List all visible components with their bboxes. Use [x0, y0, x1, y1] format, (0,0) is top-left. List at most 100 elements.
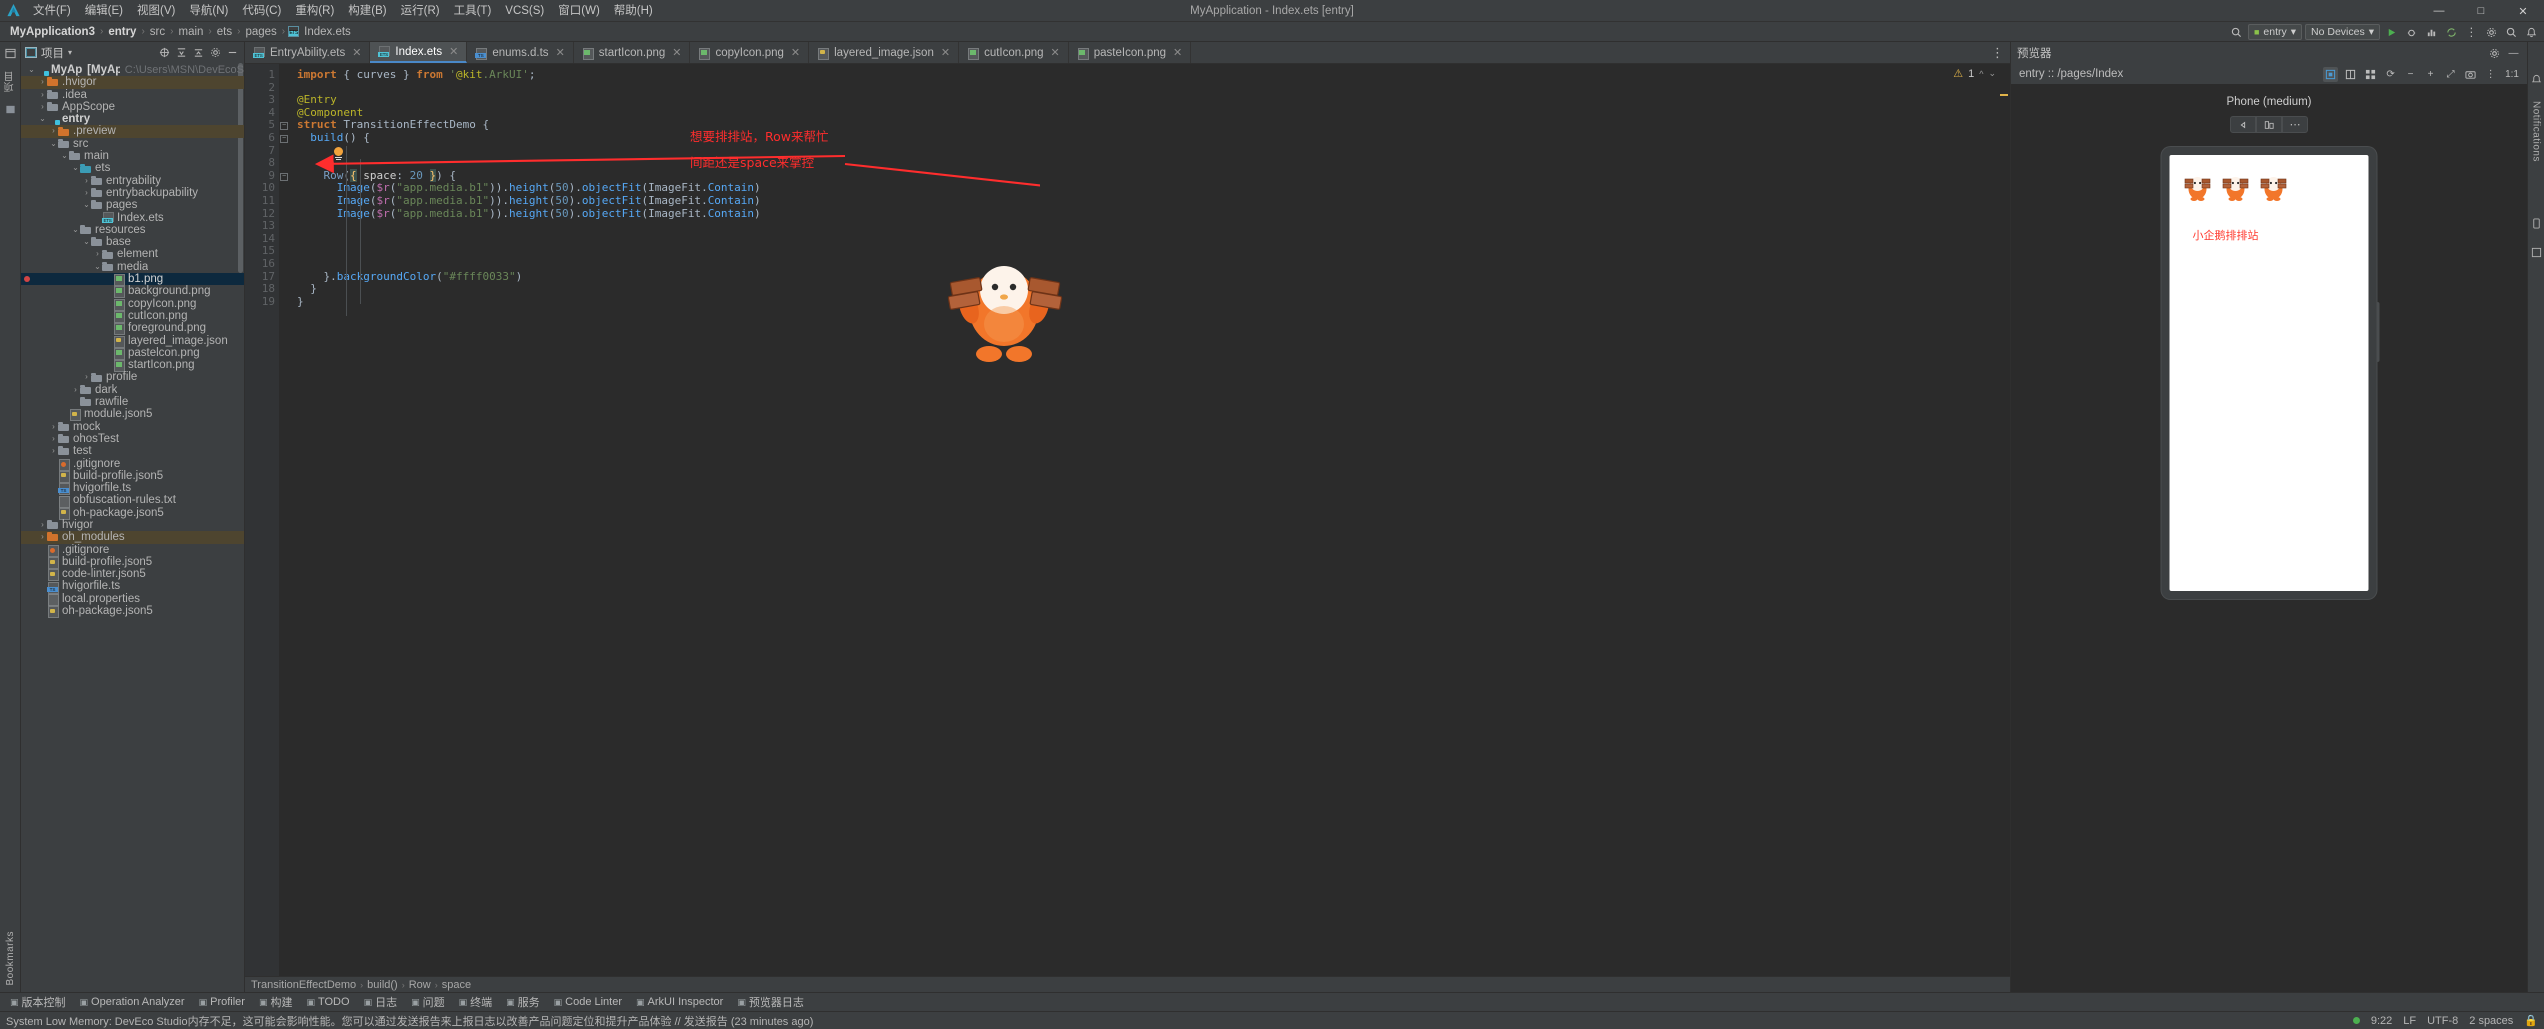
close-icon[interactable]: ✕	[556, 46, 565, 59]
more-icon[interactable]: ⋮	[2483, 67, 2498, 82]
previewer-settings-icon[interactable]	[2487, 46, 2502, 61]
close-icon[interactable]: ✕	[941, 46, 950, 59]
tree-item-entrybackupability[interactable]: › entrybackupability	[21, 187, 244, 199]
chevron-down-icon[interactable]: ⌄	[71, 224, 80, 236]
code-text[interactable]: import { curves } from '@kit.ArkUI'; @En…	[291, 64, 2010, 976]
chevron-right-icon[interactable]: ›	[38, 89, 47, 101]
project-tree[interactable]: ⌄ MyApplication3 [MyApplication] C:\Users\M…	[21, 63, 244, 992]
device-more-icon[interactable]: ⋯	[2282, 116, 2308, 133]
menu-refactor[interactable]: 重构(R)	[288, 0, 341, 22]
device-selector[interactable]: No Devices ▾	[2305, 24, 2380, 40]
tree-item-index-ets[interactable]: Index.ets	[21, 212, 244, 224]
menu-view[interactable]: 视图(V)	[130, 0, 182, 22]
chevron-down-icon[interactable]: ⌄	[82, 236, 91, 248]
tree-item-copyicon-png[interactable]: copyIcon.png	[21, 298, 244, 311]
zoom-out-icon[interactable]: −	[2403, 67, 2418, 82]
tree-item-resources[interactable]: ⌄ resources	[21, 224, 244, 236]
tree-item-local-properties[interactable]: local.properties	[21, 593, 244, 606]
tool-window-operation-analyzer[interactable]: ▣ Operation Analyzer	[74, 994, 191, 1011]
chevron-down-icon[interactable]: ⌄	[1988, 68, 1996, 79]
editor-tab-starticon-png[interactable]: startIcon.png ✕	[574, 42, 691, 63]
tree-item-entry[interactable]: ⌄ entry	[21, 113, 244, 126]
tree-item-appscope[interactable]: › AppScope	[21, 101, 244, 113]
sync-icon[interactable]	[2443, 24, 2460, 41]
crumb-build[interactable]: build()	[367, 979, 398, 991]
project-tool-icon[interactable]	[3, 46, 18, 61]
code-inspection-widget[interactable]: ⚠ 1 ^ ⌄	[1953, 67, 1996, 81]
tree-item-build-profile-json5[interactable]: build-profile.json5	[21, 470, 244, 483]
debug-icon[interactable]	[2403, 24, 2420, 41]
tool-window--[interactable]: ▣ 日志	[358, 994, 404, 1011]
chevron-right-icon[interactable]: ›	[38, 76, 47, 88]
menu-window[interactable]: 窗口(W)	[551, 0, 607, 22]
tree-item-media[interactable]: ⌄ media	[21, 261, 244, 273]
close-icon[interactable]: ✕	[672, 46, 681, 59]
tree-item-module-json5[interactable]: module.json5	[21, 408, 244, 422]
chevron-down-icon[interactable]: ⌄	[93, 261, 102, 273]
tree-item-main[interactable]: ⌄ main	[21, 150, 244, 162]
tree-item-oh-package-json5[interactable]: oh-package.json5	[21, 605, 244, 619]
tree-item-hvigorfile-ts[interactable]: hvigorfile.ts	[21, 482, 244, 496]
tool-window-profiler[interactable]: ▣ Profiler	[193, 994, 251, 1011]
tree-item-ohostest[interactable]: › ohosTest	[21, 433, 244, 445]
tree-item-dark[interactable]: › dark	[21, 384, 244, 396]
crumb-space[interactable]: space	[442, 979, 471, 991]
tree-item-hvigorfile-ts[interactable]: hvigorfile.ts	[21, 580, 244, 594]
code-fold-icon[interactable]: −	[280, 134, 288, 143]
tree-item-background-png[interactable]: background.png	[21, 285, 244, 299]
chevron-down-icon[interactable]: ▾	[68, 48, 72, 57]
tree-item--hvigor[interactable]: › .hvigor	[21, 76, 244, 89]
chevron-right-icon[interactable]: ›	[49, 445, 58, 457]
notifications-icon[interactable]	[2523, 24, 2540, 41]
chevron-right-icon[interactable]: ›	[38, 531, 47, 543]
hide-panel-icon[interactable]	[225, 45, 240, 60]
minimize-button[interactable]: —	[2418, 0, 2460, 22]
code-fold-icon[interactable]: −	[280, 122, 288, 131]
search-everywhere-icon[interactable]	[2228, 24, 2245, 41]
editor-scroll-rail[interactable]	[1998, 86, 2010, 976]
menu-help[interactable]: 帮助(H)	[607, 0, 660, 22]
chevron-down-icon[interactable]: ⌄	[60, 150, 69, 162]
run-config-selector[interactable]: ■ entry ▾	[2247, 24, 2303, 40]
line-separator[interactable]: LF	[2403, 1015, 2416, 1027]
breakpoint-marker[interactable]	[24, 276, 30, 283]
file-encoding[interactable]: UTF-8	[2427, 1015, 2458, 1027]
rotate-icon[interactable]: ⟳	[2383, 67, 2398, 82]
settings-gear-icon[interactable]	[2483, 24, 2500, 41]
close-icon[interactable]: ✕	[352, 46, 361, 59]
tree-item-test[interactable]: › test	[21, 445, 244, 457]
breadcrumb-src[interactable]: src	[148, 26, 167, 38]
breadcrumb-file[interactable]: Index.ets	[302, 26, 353, 38]
tree-item--gitignore[interactable]: .gitignore	[21, 458, 244, 471]
profile-icon[interactable]	[2423, 24, 2440, 41]
code-editor[interactable]: 1 2 3 4 5 6 7 8 9 10 11 12 13 14 15 16 17 18 19 − − − import…	[245, 64, 2010, 976]
tool-window-arkui-inspector[interactable]: ▣ ArkUI Inspector	[630, 994, 729, 1011]
scope-icon[interactable]	[157, 45, 172, 60]
device-manager-icon[interactable]	[2529, 216, 2544, 231]
more-actions-icon[interactable]: ⋮	[2463, 24, 2480, 41]
tool-window--[interactable]: ▣ 问题	[405, 994, 451, 1011]
breadcrumb-pages[interactable]: pages	[243, 26, 278, 38]
tree-item-cuticon-png[interactable]: cutIcon.png	[21, 310, 244, 324]
menu-code[interactable]: 代码(C)	[235, 0, 288, 22]
chevron-right-icon[interactable]: ›	[49, 433, 58, 445]
tree-item-entryability[interactable]: › entryability	[21, 175, 244, 187]
breadcrumb-main[interactable]: main	[176, 26, 205, 38]
chevron-right-icon[interactable]: ›	[49, 421, 58, 433]
tree-item-profile[interactable]: › profile	[21, 371, 244, 383]
inspector-icon[interactable]	[2323, 66, 2339, 82]
settings-gear-icon[interactable]	[208, 45, 223, 60]
tab-overflow-icon[interactable]: ⋮	[1991, 45, 2005, 61]
notifications-label[interactable]: Notifications	[2531, 101, 2542, 162]
collapse-all-icon[interactable]	[191, 45, 206, 60]
indent-setting[interactable]: 2 spaces	[2469, 1015, 2513, 1027]
breadcrumb-entry[interactable]: entry	[106, 26, 138, 38]
close-icon[interactable]: ✕	[1173, 46, 1182, 59]
editor-tab-index-ets[interactable]: Index.ets ✕	[370, 42, 468, 63]
tool-window--[interactable]: ▣ 终端	[453, 994, 499, 1011]
menu-vcs[interactable]: VCS(S)	[498, 0, 551, 22]
breadcrumb-project[interactable]: MyApplication3	[8, 26, 97, 38]
tree-item-rawfile[interactable]: rawfile	[21, 396, 244, 408]
chevron-down-icon[interactable]: ⌄	[49, 138, 58, 150]
code-fold-column[interactable]: − − −	[279, 64, 291, 976]
